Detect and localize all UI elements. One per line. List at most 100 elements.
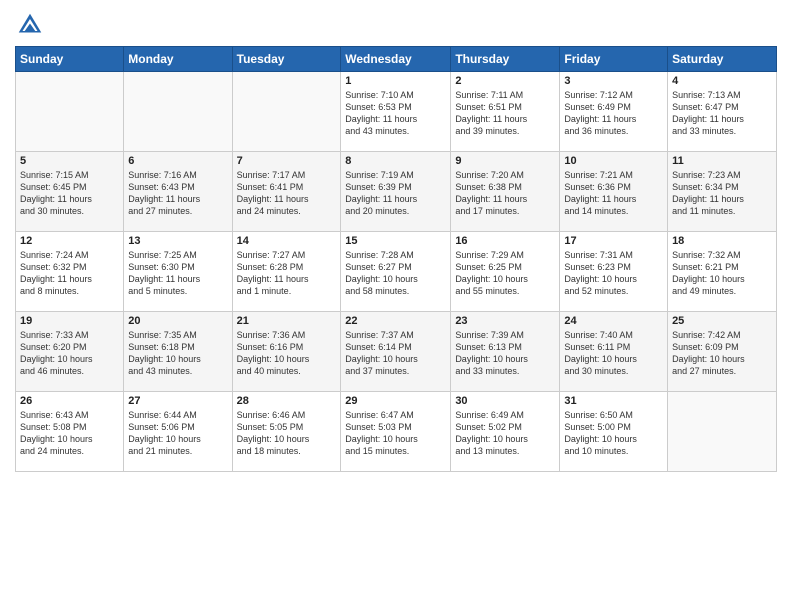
calendar-cell: 7 Sunrise: 7:17 AM Sunset: 6:41 PM Daylig… — [232, 152, 341, 232]
day-number: 15 — [345, 235, 446, 247]
day-number: 30 — [455, 395, 555, 407]
day-number: 17 — [564, 235, 663, 247]
day-info: Sunrise: 7:15 AM Sunset: 6:45 PM Dayligh… — [20, 169, 119, 218]
day-number: 26 — [20, 395, 119, 407]
day-number: 11 — [672, 155, 772, 167]
day-info: Sunrise: 7:17 AM Sunset: 6:41 PM Dayligh… — [237, 169, 337, 218]
calendar-cell: 18 Sunrise: 7:32 AM Sunset: 6:21 PM Dayli… — [668, 232, 777, 312]
week-row-1: 1 Sunrise: 7:10 AM Sunset: 6:53 PM Daylig… — [16, 72, 777, 152]
calendar-cell: 2 Sunrise: 7:11 AM Sunset: 6:51 PM Daylig… — [451, 72, 560, 152]
day-number: 22 — [345, 315, 446, 327]
day-info: Sunrise: 7:31 AM Sunset: 6:23 PM Dayligh… — [564, 249, 663, 298]
day-info: Sunrise: 7:20 AM Sunset: 6:38 PM Dayligh… — [455, 169, 555, 218]
day-info: Sunrise: 7:29 AM Sunset: 6:25 PM Dayligh… — [455, 249, 555, 298]
day-number: 1 — [345, 75, 446, 87]
calendar-cell: 8Sunrise: 7:19 AM Sunset: 6:39 PM Daylig… — [341, 152, 451, 232]
day-number: 7 — [237, 155, 337, 167]
calendar-header-row: SundayMondayTuesdayWednesdayThursdayFrid… — [16, 47, 777, 72]
calendar-cell: 15 Sunrise: 7:28 AM Sunset: 6:27 PM Dayli… — [341, 232, 451, 312]
day-number: 20 — [128, 315, 227, 327]
day-info: Sunrise: 7:36 AM Sunset: 6:16 PM Dayligh… — [237, 329, 337, 378]
day-number: 24 — [564, 315, 663, 327]
header — [15, 10, 777, 40]
calendar-cell: 1 Sunrise: 7:10 AM Sunset: 6:53 PM Daylig… — [341, 72, 451, 152]
day-number: 19 — [20, 315, 119, 327]
calendar-cell: 29 Sunrise: 6:47 AM Sunset: 5:03 PM Dayli… — [341, 392, 451, 472]
day-info: Sunrise: 7:28 AM Sunset: 6:27 PM Dayligh… — [345, 249, 446, 298]
day-number: 21 — [237, 315, 337, 327]
day-number: 13 — [128, 235, 227, 247]
calendar-cell: 24Sunrise: 7:40 AM Sunset: 6:11 PM Dayli… — [560, 312, 668, 392]
calendar-cell — [668, 392, 777, 472]
logo — [15, 10, 49, 40]
calendar-cell — [124, 72, 232, 152]
day-number: 27 — [128, 395, 227, 407]
col-header-tuesday: Tuesday — [232, 47, 341, 72]
col-header-thursday: Thursday — [451, 47, 560, 72]
col-header-monday: Monday — [124, 47, 232, 72]
day-info: Sunrise: 6:47 AM Sunset: 5:03 PM Dayligh… — [345, 409, 446, 458]
day-number: 10 — [564, 155, 663, 167]
day-number: 14 — [237, 235, 337, 247]
calendar-cell: 27 Sunrise: 6:44 AM Sunset: 5:06 PM Dayli… — [124, 392, 232, 472]
day-info: Sunrise: 7:25 AM Sunset: 6:30 PM Dayligh… — [128, 249, 227, 298]
day-number: 18 — [672, 235, 772, 247]
day-number: 29 — [345, 395, 446, 407]
day-info: Sunrise: 7:23 AM Sunset: 6:34 PM Dayligh… — [672, 169, 772, 218]
calendar-cell: 16 Sunrise: 7:29 AM Sunset: 6:25 PM Dayli… — [451, 232, 560, 312]
day-number: 25 — [672, 315, 772, 327]
calendar-cell: 13 Sunrise: 7:25 AM Sunset: 6:30 PM Dayli… — [124, 232, 232, 312]
calendar-cell — [16, 72, 124, 152]
day-info: Sunrise: 7:35 AM Sunset: 6:18 PM Dayligh… — [128, 329, 227, 378]
calendar-cell: 22 Sunrise: 7:37 AM Sunset: 6:14 PM Dayli… — [341, 312, 451, 392]
day-info: Sunrise: 6:43 AM Sunset: 5:08 PM Dayligh… — [20, 409, 119, 458]
week-row-5: 26 Sunrise: 6:43 AM Sunset: 5:08 PM Dayli… — [16, 392, 777, 472]
day-number: 31 — [564, 395, 663, 407]
calendar-cell: 28 Sunrise: 6:46 AM Sunset: 5:05 PM Dayli… — [232, 392, 341, 472]
day-number: 16 — [455, 235, 555, 247]
calendar-cell: 11 Sunrise: 7:23 AM Sunset: 6:34 PM Dayli… — [668, 152, 777, 232]
week-row-2: 5 Sunrise: 7:15 AM Sunset: 6:45 PM Daylig… — [16, 152, 777, 232]
calendar-cell: 5 Sunrise: 7:15 AM Sunset: 6:45 PM Daylig… — [16, 152, 124, 232]
calendar-cell: 31 Sunrise: 6:50 AM Sunset: 5:00 PM Dayli… — [560, 392, 668, 472]
calendar-cell: 3Sunrise: 7:12 AM Sunset: 6:49 PM Daylig… — [560, 72, 668, 152]
day-info: Sunrise: 7:16 AM Sunset: 6:43 PM Dayligh… — [128, 169, 227, 218]
col-header-friday: Friday — [560, 47, 668, 72]
day-number: 4 — [672, 75, 772, 87]
calendar-cell: 17 Sunrise: 7:31 AM Sunset: 6:23 PM Dayli… — [560, 232, 668, 312]
day-number: 8 — [345, 155, 446, 167]
calendar-cell: 30 Sunrise: 6:49 AM Sunset: 5:02 PM Dayli… — [451, 392, 560, 472]
day-info: Sunrise: 6:50 AM Sunset: 5:00 PM Dayligh… — [564, 409, 663, 458]
day-number: 2 — [455, 75, 555, 87]
col-header-saturday: Saturday — [668, 47, 777, 72]
day-info: Sunrise: 7:33 AM Sunset: 6:20 PM Dayligh… — [20, 329, 119, 378]
day-info: Sunrise: 7:37 AM Sunset: 6:14 PM Dayligh… — [345, 329, 446, 378]
day-info: Sunrise: 7:12 AM Sunset: 6:49 PM Dayligh… — [564, 89, 663, 138]
day-info: Sunrise: 6:44 AM Sunset: 5:06 PM Dayligh… — [128, 409, 227, 458]
logo-icon — [15, 10, 45, 40]
day-info: Sunrise: 7:11 AM Sunset: 6:51 PM Dayligh… — [455, 89, 555, 138]
day-number: 9 — [455, 155, 555, 167]
calendar-cell: 12 Sunrise: 7:24 AM Sunset: 6:32 PM Dayli… — [16, 232, 124, 312]
calendar-cell: 4Sunrise: 7:13 AM Sunset: 6:47 PM Daylig… — [668, 72, 777, 152]
calendar-cell: 14Sunrise: 7:27 AM Sunset: 6:28 PM Dayli… — [232, 232, 341, 312]
day-info: Sunrise: 7:42 AM Sunset: 6:09 PM Dayligh… — [672, 329, 772, 378]
page-container: SundayMondayTuesdayWednesdayThursdayFrid… — [0, 0, 792, 482]
calendar-cell: 6Sunrise: 7:16 AM Sunset: 6:43 PM Daylig… — [124, 152, 232, 232]
day-info: Sunrise: 6:49 AM Sunset: 5:02 PM Dayligh… — [455, 409, 555, 458]
calendar-cell — [232, 72, 341, 152]
calendar-table: SundayMondayTuesdayWednesdayThursdayFrid… — [15, 46, 777, 472]
week-row-3: 12 Sunrise: 7:24 AM Sunset: 6:32 PM Dayli… — [16, 232, 777, 312]
day-info: Sunrise: 7:32 AM Sunset: 6:21 PM Dayligh… — [672, 249, 772, 298]
col-header-wednesday: Wednesday — [341, 47, 451, 72]
calendar-cell: 25 Sunrise: 7:42 AM Sunset: 6:09 PM Dayli… — [668, 312, 777, 392]
day-number: 12 — [20, 235, 119, 247]
day-info: Sunrise: 7:10 AM Sunset: 6:53 PM Dayligh… — [345, 89, 446, 138]
calendar-cell: 26 Sunrise: 6:43 AM Sunset: 5:08 PM Dayli… — [16, 392, 124, 472]
day-info: Sunrise: 6:46 AM Sunset: 5:05 PM Dayligh… — [237, 409, 337, 458]
day-number: 28 — [237, 395, 337, 407]
calendar-cell: 20 Sunrise: 7:35 AM Sunset: 6:18 PM Dayli… — [124, 312, 232, 392]
day-number: 5 — [20, 155, 119, 167]
day-info: Sunrise: 7:24 AM Sunset: 6:32 PM Dayligh… — [20, 249, 119, 298]
calendar-cell: 23Sunrise: 7:39 AM Sunset: 6:13 PM Dayli… — [451, 312, 560, 392]
